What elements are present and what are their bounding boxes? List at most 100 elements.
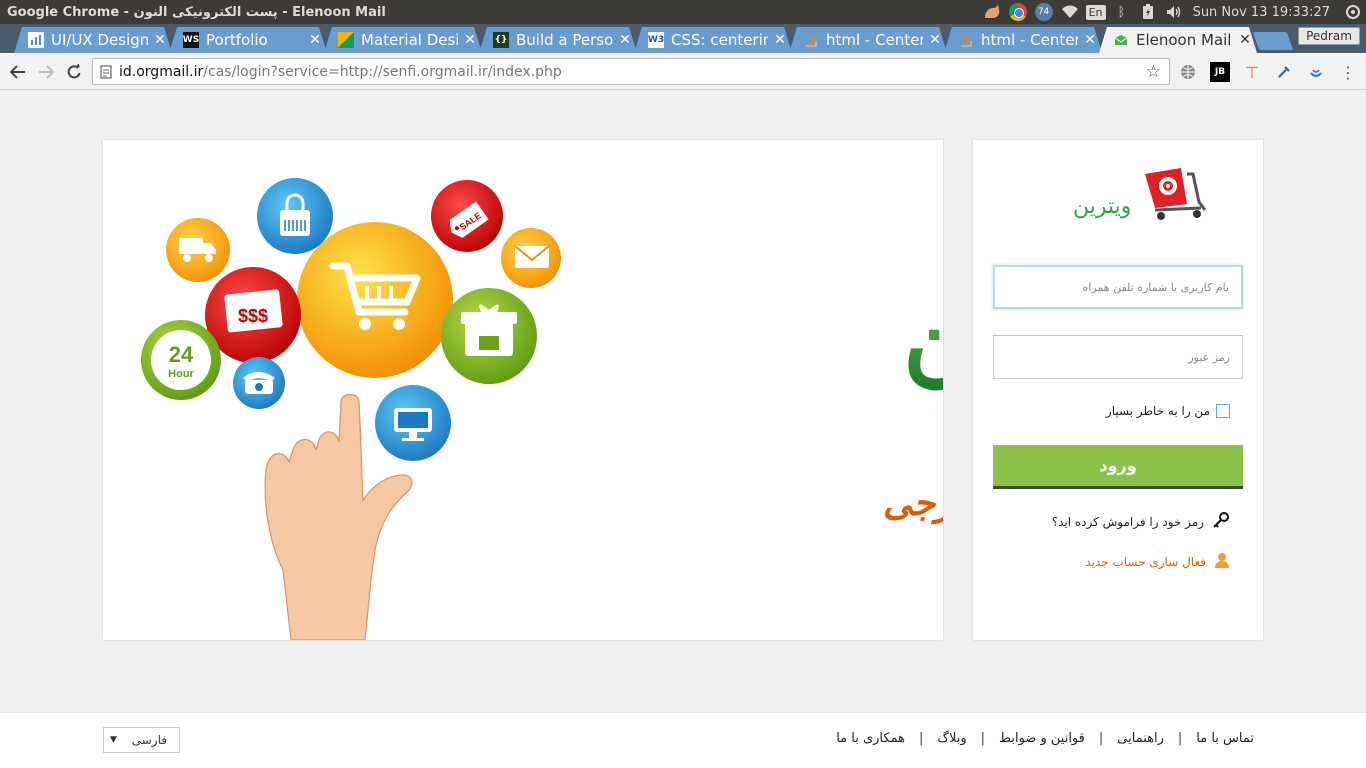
tab-label: html - Center: [981, 31, 1078, 49]
battery-icon[interactable]: [1135, 0, 1161, 24]
footer-separator: |: [980, 731, 986, 746]
keyboard-language-indicator[interactable]: En: [1083, 0, 1109, 24]
w3c-icon: W3: [648, 32, 664, 48]
footer-link-contact[interactable]: تماس با ما: [1196, 731, 1254, 746]
brand-name: ویترین: [1073, 194, 1132, 219]
address-bar[interactable]: id.orgmail.ir/cas/login?service=http://s…: [92, 58, 1170, 85]
promo-banner: $$$ 24 Hour SALE ن جی: [103, 140, 943, 640]
key-icon: [1212, 512, 1230, 531]
back-button[interactable]: [6, 60, 30, 84]
stackoverflow-icon: [958, 32, 974, 48]
brand-logo: ویترین: [1073, 164, 1223, 224]
chrome-menu-icon[interactable]: ⋮: [1338, 62, 1358, 82]
profile-button[interactable]: Pedram: [1298, 27, 1360, 45]
bookmark-star-icon[interactable]: ☆: [1146, 62, 1161, 82]
page-footer: تماس با ما | راهنمایی | قوانین و ضوابط |…: [0, 712, 1366, 768]
user-icon: [1214, 552, 1230, 571]
footer-link-cooperation[interactable]: همکاری با ما: [836, 731, 905, 746]
close-icon[interactable]: ✕: [923, 32, 947, 48]
ws-icon: WS: [183, 32, 199, 48]
tab-css-centering[interactable]: W3 CSS: centering ✕: [634, 27, 792, 53]
clock[interactable]: Sun Nov 13 19:33:27: [1187, 5, 1340, 20]
notification-badge-icon[interactable]: 74: [1031, 0, 1057, 24]
close-icon[interactable]: ✕: [148, 32, 172, 48]
forgot-password-link[interactable]: رمز خود را فراموش کرده اید؟: [1052, 512, 1230, 531]
jetbrains-extension-icon[interactable]: JB: [1210, 62, 1230, 82]
tab-label: Elenoon Mail: [1136, 31, 1232, 49]
language-select[interactable]: ▼ فارسی: [103, 727, 180, 753]
footer-separator: |: [918, 731, 924, 746]
username-field[interactable]: نام کاربری یا شماره تلفن همراه: [993, 265, 1243, 309]
window-title: Google Chrome - پست الکترونیکی النون - E…: [7, 4, 386, 20]
mail-icon: [1113, 32, 1129, 48]
footer-link-terms[interactable]: قوانین و ضوابط: [999, 731, 1085, 746]
dropdown-arrow-icon: ▼: [110, 735, 117, 745]
volume-icon[interactable]: [1161, 0, 1187, 24]
close-icon[interactable]: ✕: [458, 32, 482, 48]
hours-unit-label: Hour: [168, 368, 194, 380]
tab-label: Portfolio: [206, 31, 268, 49]
tab-elenoon-mail[interactable]: Elenoon Mail ✕: [1099, 27, 1257, 53]
browser-tab-strip: UI/UX Design ✕ WS Portfolio ✕ Material D…: [0, 24, 1366, 53]
wifi-icon[interactable]: [1057, 0, 1083, 24]
tab-html-center-2[interactable]: html - Center ✕: [944, 27, 1102, 53]
language-selected: فارسی: [131, 733, 167, 747]
footer-separator: |: [1098, 731, 1104, 746]
reload-button[interactable]: [62, 60, 86, 84]
page-content: $$$ 24 Hour SALE ن جی ویترین نام کاربری …: [0, 90, 1366, 768]
bluetooth-icon[interactable]: ᛒ: [1109, 0, 1135, 24]
close-icon[interactable]: ✕: [768, 32, 792, 48]
browser-toolbar: id.orgmail.ir/cas/login?service=http://s…: [0, 53, 1366, 90]
system-tray: 74 En ᛒ Sun Nov 13 19:33:27: [979, 0, 1366, 24]
close-icon[interactable]: ✕: [1078, 32, 1102, 48]
banner-tagline: ابزاری نوین برای تجارت خارجی: [883, 482, 943, 525]
bar-chart-icon: [28, 32, 44, 48]
password-field[interactable]: رمز عبور: [993, 335, 1243, 379]
remember-me-checkbox[interactable]: [1216, 404, 1230, 418]
forgot-password-label: رمز خود را فراموش کرده اید؟: [1051, 514, 1204, 529]
close-icon[interactable]: ✕: [613, 32, 637, 48]
forward-button[interactable]: [34, 60, 58, 84]
footer-separator: |: [1177, 731, 1183, 746]
login-button[interactable]: ورود: [993, 445, 1243, 489]
tab-portfolio[interactable]: WS Portfolio ✕: [169, 27, 327, 53]
hours-number-label: 24: [169, 342, 194, 367]
remember-me-label: من را به خاطر بسپار: [1105, 404, 1210, 418]
orange-extension-icon[interactable]: ⊤: [1242, 62, 1262, 82]
remember-me[interactable]: من را به خاطر بسپار: [1106, 404, 1230, 418]
cat-icon[interactable]: [979, 0, 1005, 24]
tab-build-a-personal[interactable]: {} Build a Perso ✕: [479, 27, 637, 53]
telephone-icon: [243, 372, 275, 394]
username-placeholder: نام کاربری یا شماره تلفن همراه: [1082, 280, 1229, 294]
money-label: $$$: [238, 306, 268, 326]
os-top-bar: Google Chrome - پست الکترونیکی النون - E…: [0, 0, 1366, 24]
footer-link-help[interactable]: راهنمایی: [1117, 731, 1164, 746]
power-settings-icon[interactable]: [1340, 0, 1366, 24]
activate-account-link[interactable]: فعال سازی حساب جدید: [1085, 552, 1230, 571]
tab-label: UI/UX Design: [51, 31, 148, 49]
code-icon: {}: [493, 32, 509, 48]
tab-label: Build a Perso: [516, 31, 613, 49]
tab-label: CSS: centering: [671, 31, 768, 49]
eyedropper-extension-icon[interactable]: [1274, 62, 1294, 82]
password-placeholder: رمز عبور: [1188, 350, 1230, 364]
activate-account-label: فعال سازی حساب جدید: [1085, 554, 1206, 569]
footer-link-blog[interactable]: وبلاگ: [937, 731, 966, 746]
red-cart-logo-icon: [1145, 168, 1207, 220]
banner-brand-title: ویترین: [903, 274, 943, 391]
stackoverflow-icon: [803, 32, 819, 48]
login-form: ویترین نام کاربری یا شماره تلفن همراه رم…: [973, 140, 1263, 640]
tab-uiux-design[interactable]: UI/UX Design ✕: [14, 27, 172, 53]
promo-illustration: $$$ 24 Hour SALE ن جی: [141, 178, 943, 640]
tab-html-center-1[interactable]: html - Center ✕: [789, 27, 947, 53]
close-icon[interactable]: ✕: [303, 32, 327, 48]
globe-extension-icon[interactable]: [1178, 62, 1198, 82]
tab-material-design[interactable]: Material Desi ✕: [324, 27, 482, 53]
new-tab-button[interactable]: [1252, 32, 1294, 50]
material-icon: [338, 32, 354, 48]
tab-label: html - Center: [826, 31, 923, 49]
chrome-icon[interactable]: [1005, 0, 1031, 24]
blue-swirl-extension-icon[interactable]: [1306, 62, 1326, 82]
envelope-icon: [514, 245, 550, 268]
page-info-icon[interactable]: [93, 64, 119, 79]
